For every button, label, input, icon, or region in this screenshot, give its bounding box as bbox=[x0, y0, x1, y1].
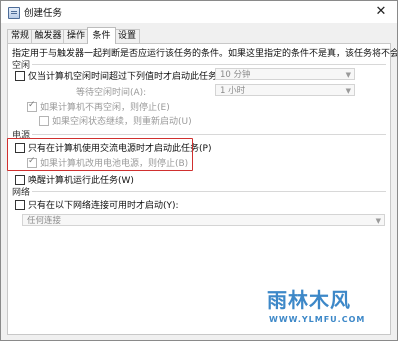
highlight-box bbox=[7, 138, 193, 171]
tab-general[interactable]: 常规 bbox=[7, 29, 33, 43]
restart-if-idle-label: 如果空闲状态继续，则重新启动(U) bbox=[52, 117, 192, 127]
tab-actions[interactable]: 操作 bbox=[63, 29, 89, 43]
watermark-logo: 雨林木风 WWW.YLMFU.COM bbox=[267, 284, 387, 334]
network-section-label: 网络 bbox=[12, 188, 31, 198]
idle-duration-combo[interactable]: 10 分钟 ▼ bbox=[215, 68, 355, 80]
start-if-idle-label: 仅当计算机空闲时间超过下列值时才启动此任务(C): bbox=[28, 72, 234, 82]
network-connection-combo[interactable]: 任何连接 ▼ bbox=[22, 214, 385, 226]
wait-idle-label: 等待空闲时间(A): bbox=[76, 88, 147, 98]
power-divider bbox=[32, 134, 386, 135]
idle-divider bbox=[32, 64, 386, 65]
close-button[interactable]: ✕ bbox=[371, 2, 391, 21]
network-divider bbox=[32, 191, 386, 192]
watermark-url: WWW.YLMFU.COM bbox=[269, 315, 366, 324]
task-scheduler-icon bbox=[8, 7, 20, 19]
network-connection-value: 任何连接 bbox=[27, 216, 62, 226]
tab-strip: 常规 触发器 操作 条件 设置 bbox=[7, 27, 391, 44]
watermark-text: 雨林木风 bbox=[267, 288, 351, 312]
network-only-label: 只有在以下网络连接可用时才启动(Y): bbox=[28, 201, 179, 211]
title-bar: 创建任务 ✕ bbox=[1, 1, 397, 23]
window-title: 创建任务 bbox=[24, 8, 63, 19]
tab-triggers[interactable]: 触发器 bbox=[31, 29, 65, 43]
create-task-window: 创建任务 ✕ 常规 触发器 操作 条件 设置 指定用于与触发器一起判断是否应运行… bbox=[0, 0, 398, 341]
chevron-down-icon: ▼ bbox=[345, 87, 351, 95]
stop-if-not-idle-label: 如果计算机不再空闲，则停止(E) bbox=[40, 103, 170, 113]
description-text: 指定用于与触发器一起判断是否应运行该任务的条件。如果这里指定的条件不是真，该任务… bbox=[12, 49, 398, 59]
wake-computer-label: 唤醒计算机运行此任务(W) bbox=[28, 176, 134, 186]
start-if-idle-checkbox[interactable] bbox=[15, 71, 25, 81]
network-only-checkbox[interactable] bbox=[15, 200, 25, 210]
wait-duration-value: 1 小时 bbox=[220, 86, 246, 96]
wait-duration-combo[interactable]: 1 小时 ▼ bbox=[215, 84, 355, 96]
tab-conditions[interactable]: 条件 bbox=[87, 27, 116, 44]
wake-computer-checkbox[interactable] bbox=[15, 175, 25, 185]
restart-if-idle-checkbox[interactable] bbox=[39, 116, 49, 126]
tab-settings[interactable]: 设置 bbox=[114, 29, 140, 43]
chevron-down-icon: ▼ bbox=[375, 217, 381, 225]
idle-duration-value: 10 分钟 bbox=[220, 70, 251, 80]
stop-if-not-idle-checkbox[interactable] bbox=[27, 100, 37, 112]
chevron-down-icon: ▼ bbox=[345, 71, 351, 79]
